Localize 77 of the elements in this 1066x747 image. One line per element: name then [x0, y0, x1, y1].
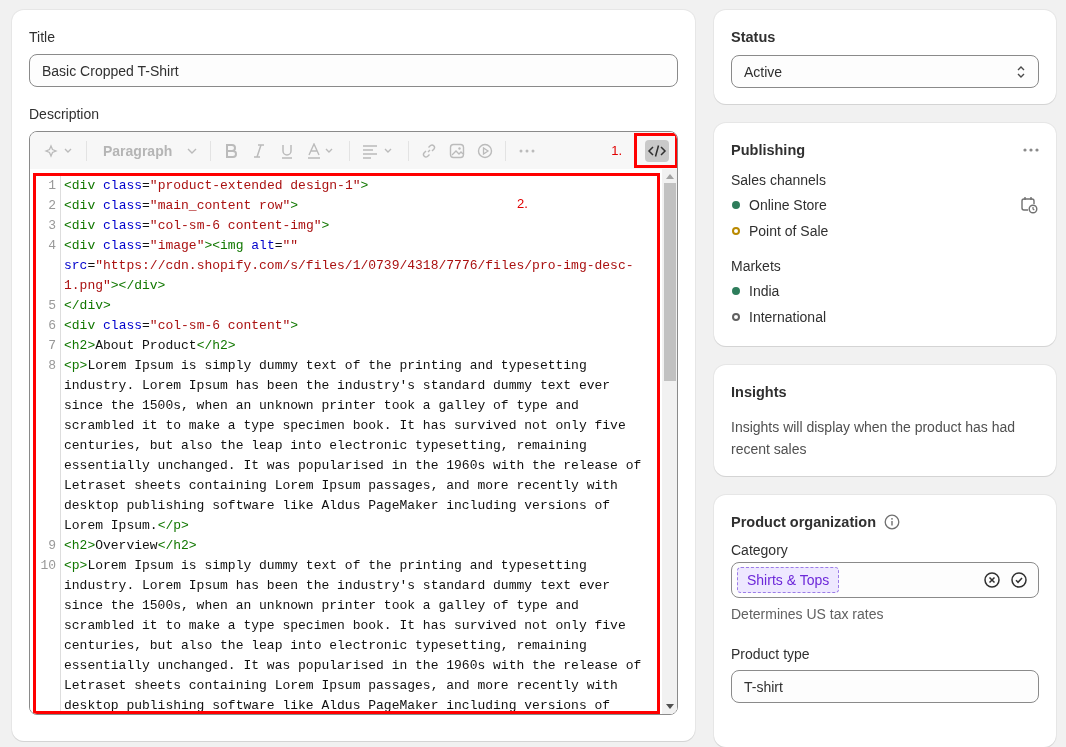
annotation-number: 2.	[517, 195, 528, 213]
more-icon[interactable]	[1023, 148, 1039, 152]
channel-label: India	[749, 283, 781, 299]
code-line: desktop publishing software like Aldus PageMaker including versions of	[64, 497, 611, 515]
checkmark-icon[interactable]	[1010, 571, 1028, 589]
group-heading: Sales channels	[731, 172, 827, 188]
code-line: src="https://cdn.shopify.com/s/files/1/0739/4318/7776/files/pro-img-desc-	[64, 257, 634, 275]
code-line: scrambled it to make a type specimen book. It has survived not only five	[64, 417, 626, 435]
channel-label: International	[749, 309, 828, 325]
code-line: since the 1500s, when an unknown printer took a galley of type and	[64, 597, 579, 615]
scroll-down-icon[interactable]	[665, 704, 674, 710]
category-help-text: Determines US tax rates	[731, 606, 885, 622]
code-line: 1.png"></div>	[64, 277, 166, 295]
code-line: <div class="image"><img alt=""	[64, 237, 299, 255]
product-type-label: Product type	[731, 646, 811, 662]
line-number: 10	[40, 558, 56, 573]
link-icon[interactable]	[421, 142, 438, 159]
code-line: <div class="product-extended design-1">	[64, 177, 369, 195]
sparkle-icon[interactable]	[44, 142, 74, 159]
code-line: <div class="col-sm-6 content">	[64, 317, 299, 335]
code-line: industry. Lorem Ipsum has been the industry's standard dummy text ever	[64, 577, 611, 595]
clear-icon[interactable]	[983, 571, 1001, 589]
category-field[interactable]: Shirts & Tops	[731, 562, 1039, 598]
code-view-icon[interactable]	[645, 140, 669, 162]
code-line: <div class="col-sm-6 content-img">	[64, 217, 330, 235]
line-number: 2	[48, 198, 56, 213]
code-line: Letraset sheets containing Lorem Ipsum passages, and more recently with	[64, 477, 618, 495]
line-number: 1	[48, 178, 56, 193]
insights-text: Insights will display when the product has had recent sales	[731, 418, 1017, 459]
code-line: Lorem Ipsum.</p>	[64, 517, 189, 535]
status-select[interactable]: Active	[731, 55, 1039, 88]
annotation-number: 1.	[611, 143, 622, 158]
code-line: <div class="main_content row">	[64, 197, 299, 215]
code-line: centuries, but also the leap into electronic typesetting, remaining	[64, 637, 587, 655]
category-label: Category	[731, 542, 789, 558]
code-line: </div>	[64, 297, 111, 315]
line-number: 5	[48, 298, 56, 313]
code-line: desktop publishing software like Aldus PageMaker including versions of	[64, 697, 611, 711]
code-line: industry. Lorem Ipsum has been the industry's standard dummy text ever	[64, 377, 611, 395]
line-number: 6	[48, 318, 56, 333]
code-line: <h2>About Product</h2>	[64, 337, 236, 355]
code-line: <p>Lorem Ipsum is simply dummy text of the printing and typesetting	[64, 357, 587, 375]
group-heading: Markets	[731, 258, 782, 274]
description-label: Description	[29, 106, 101, 122]
product-type-input[interactable]: T-shirt	[731, 670, 1039, 703]
chevron-down-icon	[186, 146, 199, 155]
bold-icon[interactable]	[223, 142, 240, 159]
line-number: 9	[48, 538, 56, 553]
card-title: Product organization	[731, 514, 876, 530]
scrollbar[interactable]	[662, 169, 677, 714]
line-number: 7	[48, 338, 56, 353]
chevron-up-down-icon	[1016, 64, 1026, 79]
code-line: essentially unchanged. It was popularised in the 1960s with the release of	[64, 657, 642, 675]
channel-label: Point of Sale	[749, 223, 830, 239]
code-line: centuries, but also the leap into electronic typesetting, remaining	[64, 437, 587, 455]
card-title: Insights	[731, 384, 788, 400]
scrollbar-thumb[interactable]	[663, 183, 676, 381]
code-line: Letraset sheets containing Lorem Ipsum passages, and more recently with	[64, 677, 618, 695]
code-line: <h2>Overview</h2>	[64, 537, 197, 555]
category-tag: Shirts & Tops	[737, 567, 840, 593]
calendar-clock-icon[interactable]	[1020, 196, 1038, 214]
image-icon[interactable]	[449, 142, 466, 159]
title-label: Title	[29, 29, 56, 45]
line-number: 4	[48, 238, 56, 253]
code-line: <p>Lorem Ipsum is simply dummy text of the printing and typesetting	[64, 557, 587, 575]
line-number: 8	[48, 358, 56, 373]
code-line: since the 1500s, when an unknown printer took a galley of type and	[64, 397, 579, 415]
title-input[interactable]: Basic Cropped T-Shirt	[29, 54, 678, 87]
video-icon[interactable]	[477, 142, 494, 159]
channel-label: Online Store	[749, 197, 828, 213]
line-number: 3	[48, 218, 56, 233]
card-title: Publishing	[731, 142, 806, 158]
info-icon[interactable]	[884, 514, 900, 530]
code-line: scrambled it to make a type specimen book. It has survived not only five	[64, 617, 626, 635]
scroll-up-icon[interactable]	[665, 173, 674, 179]
code-line: essentially unchanged. It was popularised in the 1960s with the release of	[64, 457, 642, 475]
card-title: Status	[731, 29, 777, 45]
